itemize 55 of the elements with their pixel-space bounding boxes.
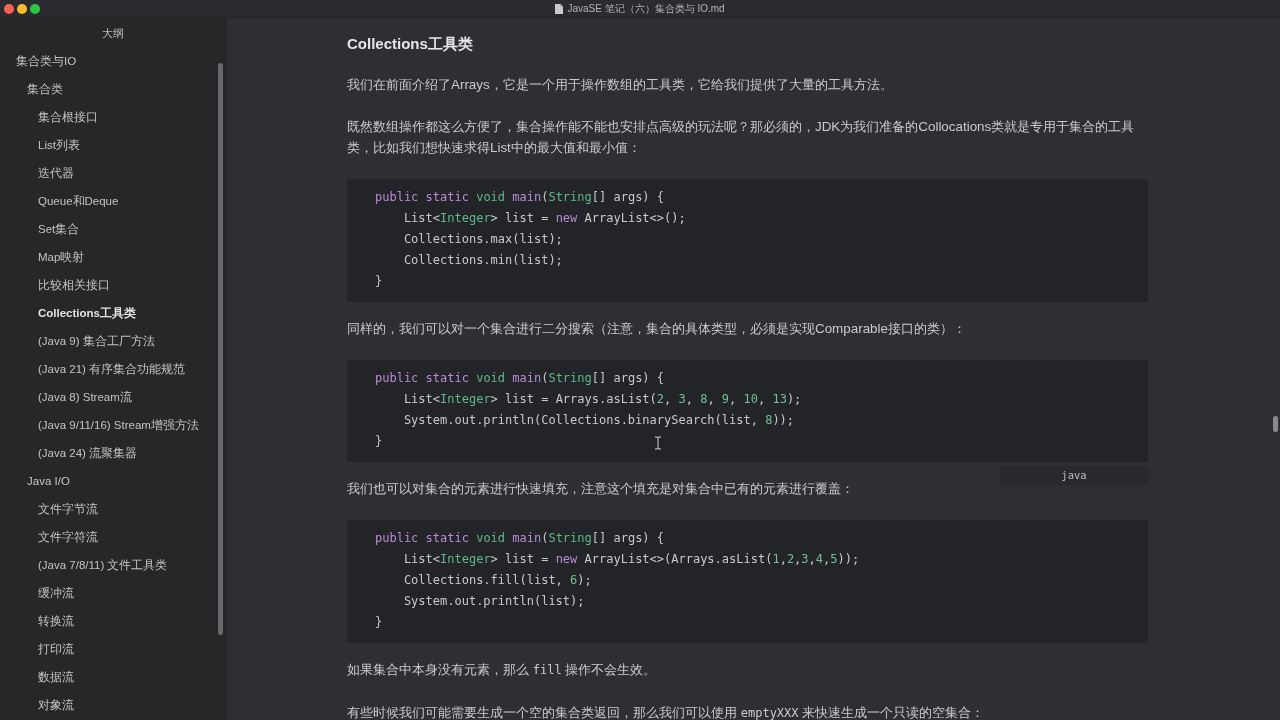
scrollbar-thumb[interactable] bbox=[218, 63, 223, 635]
outline-item[interactable]: 迭代器 bbox=[38, 165, 74, 181]
paragraph-text: 有些时候我们可能需要生成一个空的集合类返回，那么我们可以使用 emptyXXX 来快速生成一个只读的空集合： bbox=[347, 704, 986, 720]
outline-item[interactable]: Java I/O bbox=[27, 473, 70, 489]
outline-item[interactable]: 对象流 bbox=[38, 697, 74, 713]
paragraph-text: 如果集合中本身没有元素，那么 fill 操作不会生效。 bbox=[347, 661, 658, 679]
scrollbar-thumb[interactable] bbox=[1273, 416, 1278, 432]
outline-title: 大纲 bbox=[101, 26, 125, 41]
document-icon bbox=[555, 3, 564, 14]
code-line: Collections.min(list); bbox=[402, 252, 563, 269]
code-line: System.out.println(Collections.binarySearch(list, 8)); bbox=[402, 412, 795, 429]
outline-item[interactable]: (Java 7/8/11) 文件工具类 bbox=[38, 557, 168, 573]
outline-item[interactable]: List列表 bbox=[38, 137, 80, 153]
code-line: public static void main(String[] args) { bbox=[375, 370, 665, 387]
outline-item[interactable]: 集合根接口 bbox=[38, 109, 98, 125]
code-line: List<Integer> list = new ArrayList<>(); bbox=[402, 210, 686, 227]
outline-item[interactable]: (Java 8) Stream流 bbox=[38, 389, 132, 405]
outline-item[interactable]: (Java 21) 有序集合功能规范 bbox=[38, 361, 186, 377]
paragraph-text: 既然数组操作都这么方便了，集合操作能不能也安排点高级的玩法呢？那必须的，JDK为我们准备的Collocations类就是专用于集合的工具类，比如我们想快速求得List中的最大值和最小值： bbox=[347, 118, 1136, 157]
zoom-button[interactable] bbox=[30, 3, 40, 14]
code-line: } bbox=[375, 273, 383, 290]
code-line: public static void main(String[] args) { bbox=[375, 189, 665, 206]
code-line: List<Integer> list = Arrays.asList(2, 3, 8, 9, 10, 13); bbox=[402, 391, 802, 408]
outline-item[interactable]: 转换流 bbox=[38, 613, 74, 629]
paragraph-text: 我们也可以对集合的元素进行快速填充，注意这个填充是对集合中已有的元素进行覆盖： bbox=[347, 480, 855, 498]
language-field[interactable]: java bbox=[1000, 466, 1148, 485]
outline-item[interactable]: 数据流 bbox=[38, 669, 74, 685]
code-line: } bbox=[375, 433, 383, 450]
code-line: Collections.max(list); bbox=[402, 231, 563, 248]
outline-item[interactable]: 打印流 bbox=[38, 641, 74, 657]
outline-item[interactable]: 缓冲流 bbox=[38, 585, 74, 601]
section-heading: Collections工具类 bbox=[347, 34, 473, 54]
code-line: public static void main(String[] args) { bbox=[375, 530, 665, 547]
outline-item[interactable]: 集合类 bbox=[27, 81, 63, 97]
outline-item[interactable]: 文件字符流 bbox=[38, 529, 98, 545]
outline-item[interactable]: 集合类与IO bbox=[16, 53, 77, 69]
outline-item[interactable]: (Java 24) 流聚集器 bbox=[38, 445, 138, 461]
text-cursor-icon bbox=[654, 436, 662, 450]
outline-item[interactable]: 比较相关接口 bbox=[38, 277, 110, 293]
code-line: System.out.println(list); bbox=[402, 593, 585, 610]
outline-item[interactable]: (Java 9/11/16) Stream增强方法 bbox=[38, 417, 199, 433]
code-line: } bbox=[375, 614, 383, 631]
close-button[interactable] bbox=[4, 3, 14, 14]
outline-item[interactable]: Set集合 bbox=[38, 221, 80, 237]
window-title: JavaSE 笔记（六）集合类与 IO.md bbox=[567, 2, 725, 15]
minimize-button[interactable] bbox=[17, 3, 27, 14]
outline-item[interactable]: (Java 9) 集合工厂方法 bbox=[38, 333, 155, 349]
outline-item[interactable]: Collections工具类 bbox=[38, 305, 136, 321]
code-line: List<Integer> list = new ArrayList<>(Arrays.asList(1,2,3,4,5)); bbox=[402, 551, 860, 568]
code-line: Collections.fill(list, 6); bbox=[402, 572, 592, 589]
outline-item[interactable]: 文件字节流 bbox=[38, 501, 98, 517]
outline-item[interactable]: Map映射 bbox=[38, 249, 85, 265]
outline-item[interactable]: Queue和Deque bbox=[38, 193, 119, 209]
paragraph-text: 我们在前面介绍了Arrays，它是一个用于操作数组的工具类，它给我们提供了大量的工具方法。 bbox=[347, 76, 894, 94]
paragraph-text: 同样的，我们可以对一个集合进行二分搜索（注意，集合的具体类型，必须是实现Comparable接口的类）： bbox=[347, 320, 967, 338]
